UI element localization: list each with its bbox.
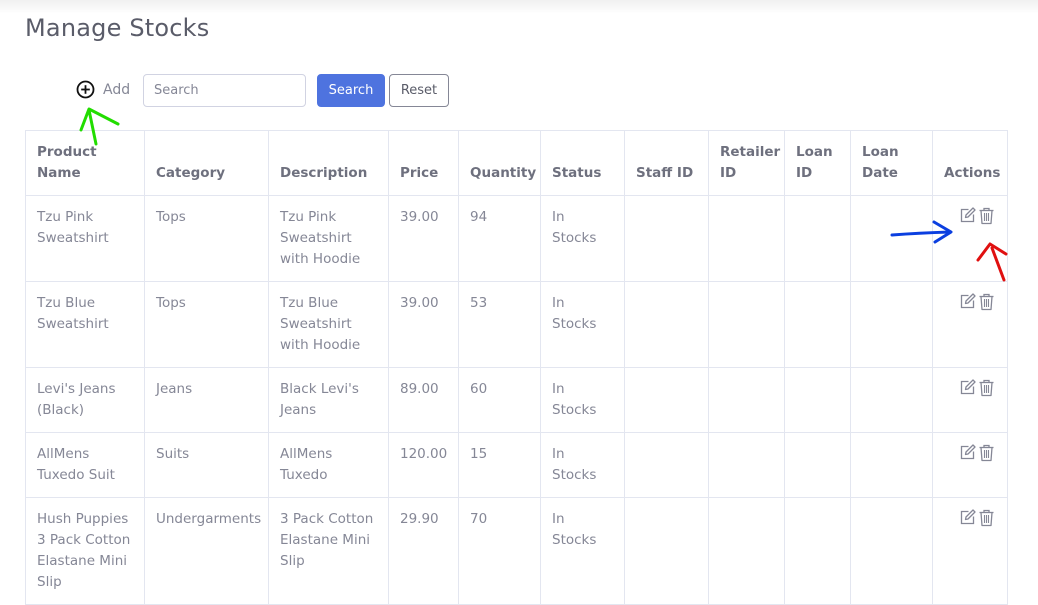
top-shadow [0, 0, 1038, 14]
cell-product-name: Tzu Blue Sweatshirt [25, 281, 145, 368]
trash-icon[interactable] [978, 509, 995, 527]
cell-loan-id [784, 281, 851, 368]
header-actions: Actions [932, 130, 1008, 196]
cell-staff-id [624, 367, 709, 433]
green-arrow-annotation [79, 107, 120, 146]
plus-circle-icon [76, 80, 95, 99]
cell-retailer-id [708, 367, 785, 433]
header-loan-id: Loan ID [784, 130, 851, 196]
header-category: Category [144, 130, 269, 196]
header-description: Description [268, 130, 389, 196]
trash-icon[interactable] [978, 293, 995, 311]
cell-product-name: Hush Puppies 3 Pack Cotton Elastane Mini… [25, 497, 145, 605]
cell-loan-date [850, 281, 933, 368]
table-row: AllMens Tuxedo Suit Suits AllMens Tuxedo 12… [25, 432, 1008, 498]
trash-icon[interactable] [978, 207, 995, 225]
header-staff-id: Staff ID [624, 130, 709, 196]
cell-category: Undergarments [144, 497, 269, 605]
cell-actions [932, 497, 1008, 605]
cell-status: In Stocks [540, 195, 625, 282]
table-row: Tzu Blue Sweatshirt Tops Tzu Blue Sweatshi… [25, 281, 1008, 368]
blue-arrow-annotation [890, 220, 953, 244]
cell-staff-id [624, 281, 709, 368]
cell-retailer-id [708, 497, 785, 605]
cell-category: Suits [144, 432, 269, 498]
cell-status: In Stocks [540, 281, 625, 368]
header-price: Price [388, 130, 459, 196]
cell-loan-id [784, 195, 851, 282]
cell-loan-date [850, 367, 933, 433]
cell-description: 3 Pack Cotton Elastane Mini Slip [268, 497, 389, 605]
red-arrow-annotation [976, 242, 1008, 282]
cell-loan-date [850, 497, 933, 605]
edit-icon[interactable] [959, 293, 976, 311]
edit-icon[interactable] [959, 444, 976, 462]
cell-price: 89.00 [388, 367, 459, 433]
cell-description: AllMens Tuxedo [268, 432, 389, 498]
header-retailer-id: Retailer ID [708, 130, 785, 196]
cell-retailer-id [708, 432, 785, 498]
edit-icon[interactable] [959, 207, 976, 225]
header-loan-date: Loan Date [850, 130, 933, 196]
cell-product-name: Levi's Jeans (Black) [25, 367, 145, 433]
cell-quantity: 70 [458, 497, 541, 605]
cell-loan-id [784, 432, 851, 498]
table-row: Levi's Jeans (Black) Jeans Black Levi's Je… [25, 367, 1008, 433]
cell-category: Jeans [144, 367, 269, 433]
cell-price: 29.90 [388, 497, 459, 605]
header-status: Status [540, 130, 625, 196]
edit-icon[interactable] [959, 379, 976, 397]
add-label: Add [103, 81, 131, 98]
cell-loan-date [850, 432, 933, 498]
cell-actions [932, 367, 1008, 433]
cell-quantity: 60 [458, 367, 541, 433]
header-quantity: Quantity [458, 130, 541, 196]
cell-product-name: AllMens Tuxedo Suit [25, 432, 145, 498]
cell-price: 39.00 [388, 281, 459, 368]
cell-price: 39.00 [388, 195, 459, 282]
cell-description: Black Levi's Jeans [268, 367, 389, 433]
add-button[interactable]: Add [76, 80, 130, 99]
reset-button[interactable]: Reset [389, 74, 449, 107]
cell-description: Tzu Blue Sweatshirt with Hoodie [268, 281, 389, 368]
search-input[interactable] [143, 74, 306, 107]
cell-description: Tzu Pink Sweatshirt with Hoodie [268, 195, 389, 282]
cell-loan-id [784, 367, 851, 433]
search-button[interactable]: Search [317, 74, 385, 107]
trash-icon[interactable] [978, 444, 995, 462]
edit-icon[interactable] [959, 509, 976, 527]
cell-category: Tops [144, 195, 269, 282]
cell-actions [932, 281, 1008, 368]
cell-staff-id [624, 497, 709, 605]
stocks-table: Product Name Category Description Price … [25, 130, 1008, 605]
row-actions [944, 379, 996, 397]
trash-icon[interactable] [978, 379, 995, 397]
cell-actions [932, 432, 1008, 498]
cell-status: In Stocks [540, 367, 625, 433]
table-header-row: Product Name Category Description Price … [25, 130, 1008, 196]
cell-retailer-id [708, 195, 785, 282]
cell-product-name: Tzu Pink Sweatshirt [25, 195, 145, 282]
table-row: Hush Puppies 3 Pack Cotton Elastane Mini… [25, 497, 1008, 605]
cell-loan-id [784, 497, 851, 605]
cell-retailer-id [708, 281, 785, 368]
cell-price: 120.00 [388, 432, 459, 498]
row-actions [944, 509, 996, 527]
cell-staff-id [624, 195, 709, 282]
cell-status: In Stocks [540, 432, 625, 498]
cell-staff-id [624, 432, 709, 498]
cell-quantity: 94 [458, 195, 541, 282]
page-title: Manage Stocks [25, 14, 210, 42]
cell-status: In Stocks [540, 497, 625, 605]
row-actions [944, 293, 996, 311]
cell-quantity: 53 [458, 281, 541, 368]
cell-quantity: 15 [458, 432, 541, 498]
cell-category: Tops [144, 281, 269, 368]
table-row: Tzu Pink Sweatshirt Tops Tzu Pink Sweatshi… [25, 195, 1008, 282]
row-actions [944, 444, 996, 462]
